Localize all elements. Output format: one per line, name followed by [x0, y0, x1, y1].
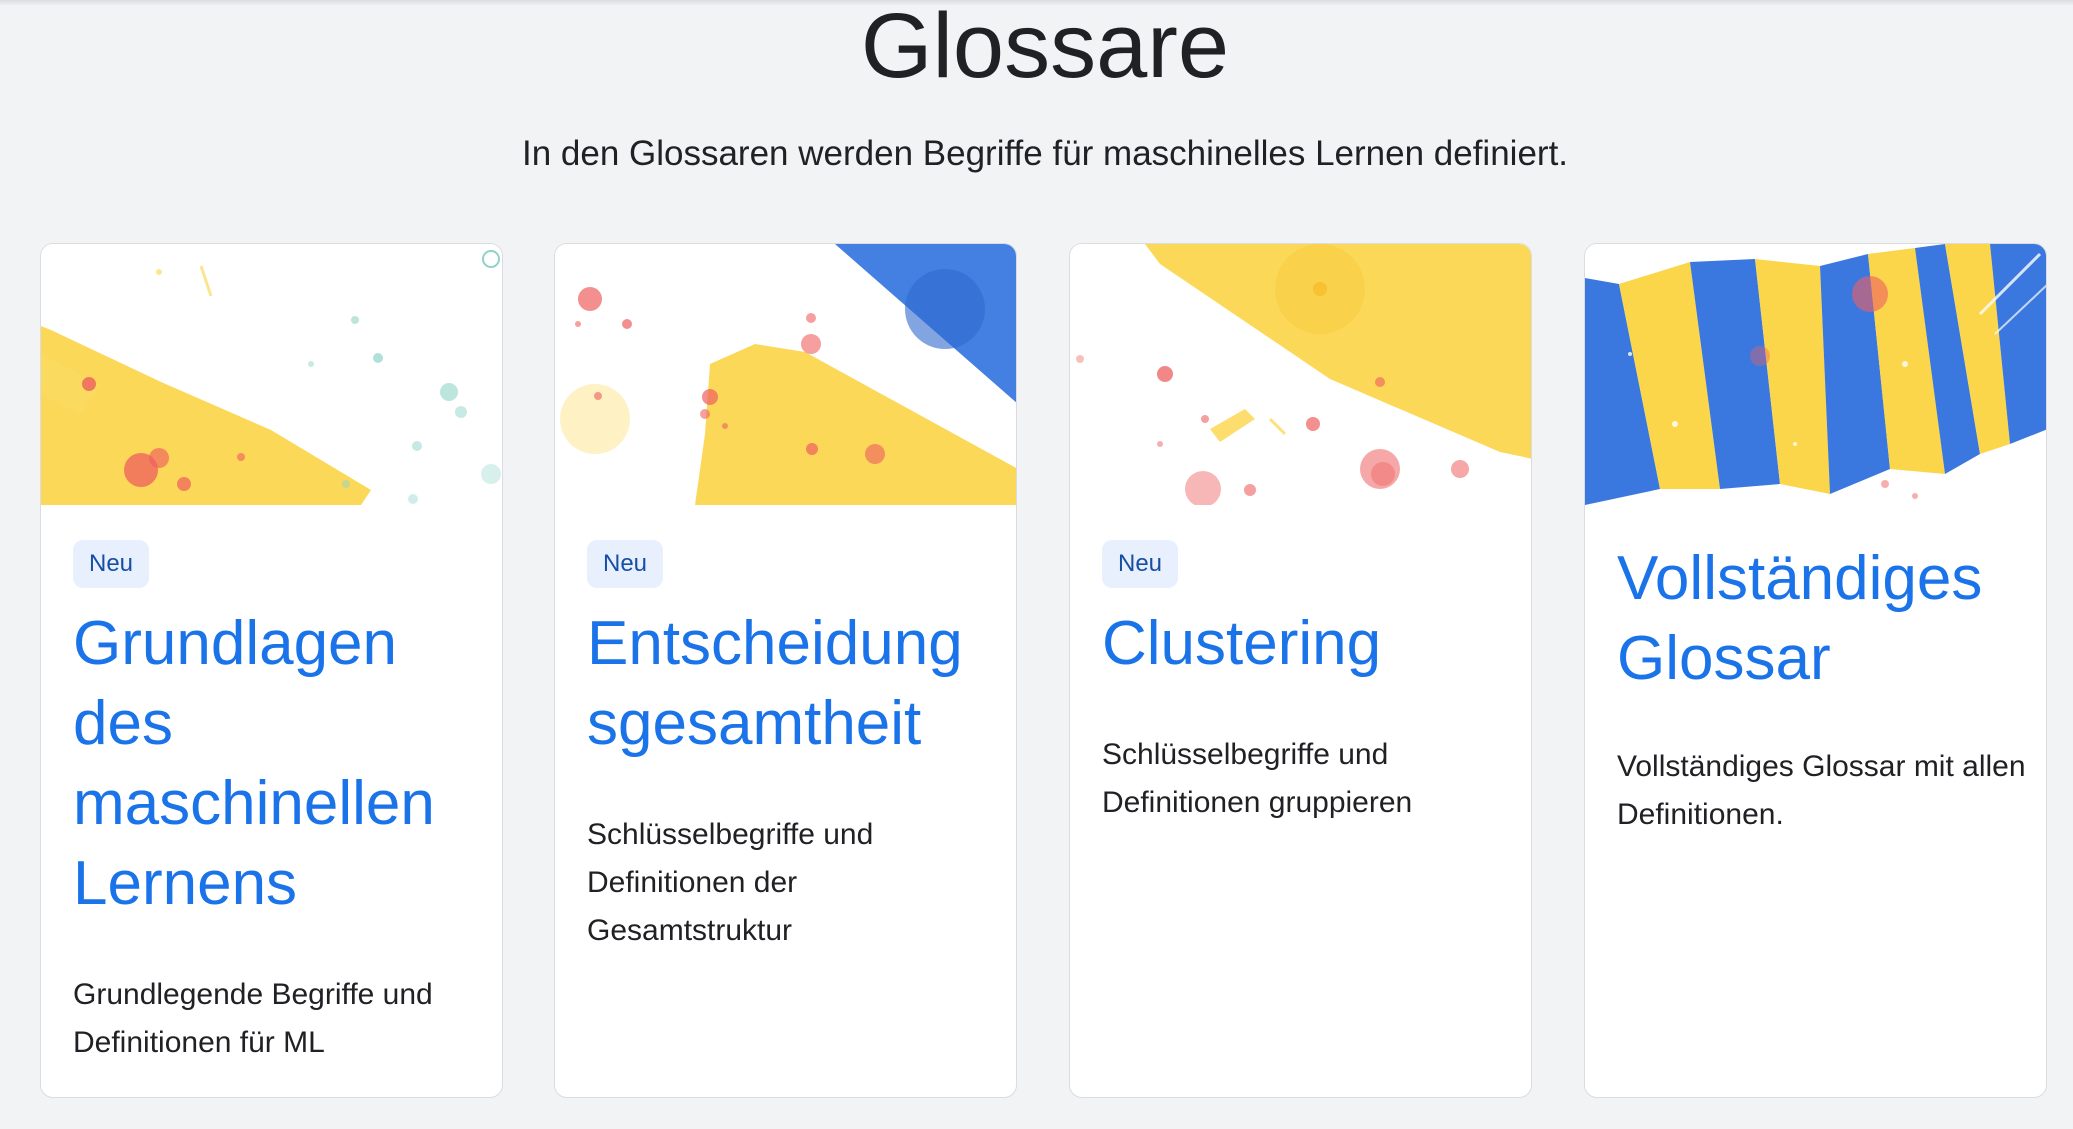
page-subtitle: In den Glossaren werden Begriffe für mas… — [521, 134, 1569, 173]
card-title[interactable]: Clustering — [1102, 604, 1522, 684]
card-description: Vollständiges Glossar mit allen Definiti… — [1617, 750, 2026, 831]
new-badge: Neu — [73, 540, 150, 588]
card-description: Schlüsselbegriffe und Definitionen grupp… — [1102, 738, 1413, 819]
card-description: Grundlegende Begriffe und Definitionen f… — [73, 978, 433, 1059]
glossary-card-ml-fundamentals[interactable]: Neu Grundlagen des maschinellen Lernens … — [40, 243, 503, 1098]
card-illustration — [1585, 244, 2046, 505]
glossary-card-clustering[interactable]: Neu Clustering Schlüsselbegriffe und Def… — [1069, 243, 1532, 1098]
card-title[interactable]: Entscheidung sgesamtheit — [587, 604, 1007, 764]
card-description: Schlüsselbegriffe und Definitionen der G… — [587, 818, 874, 947]
card-title[interactable]: Grundlagen des maschinellen Lernens — [73, 604, 493, 924]
new-badge: Neu — [1102, 540, 1179, 588]
new-badge: Neu — [587, 540, 664, 588]
glossary-card-decision-forests[interactable]: Neu Entscheidung sgesamtheit Schlüsselbe… — [554, 243, 1017, 1098]
glossary-card-full-glossary[interactable]: Vollständiges Glossar Vollständiges Glos… — [1584, 243, 2047, 1098]
card-title[interactable]: Vollständiges Glossar — [1617, 539, 2037, 699]
page-title: Glossare — [860, 0, 1230, 97]
card-illustration — [41, 244, 502, 505]
card-illustration — [1070, 244, 1531, 505]
card-illustration — [555, 244, 1016, 505]
